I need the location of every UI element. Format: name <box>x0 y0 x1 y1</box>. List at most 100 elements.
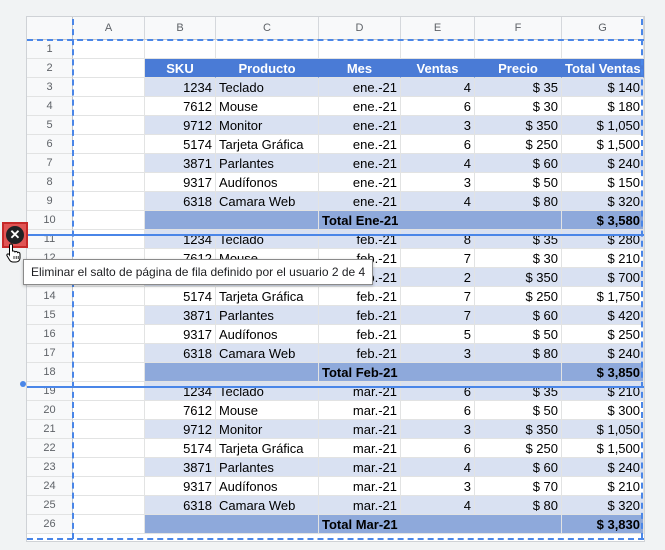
cell-sku[interactable]: 6318 <box>145 192 216 211</box>
cell[interactable] <box>145 363 319 382</box>
cell-mes[interactable]: feb.-21 <box>319 325 401 344</box>
cell-ventas[interactable]: 4 <box>401 78 475 97</box>
cell-sku[interactable]: 5174 <box>145 287 216 306</box>
header-cell-ventas[interactable]: Ventas <box>401 59 475 78</box>
page-break-bottom[interactable] <box>27 538 644 540</box>
row-header[interactable]: 7 <box>27 154 73 173</box>
page-break-vertical-right[interactable] <box>641 19 643 539</box>
cell-total[interactable]: $ 280 <box>562 230 644 249</box>
cell[interactable] <box>73 344 145 363</box>
cell-producto[interactable]: Parlantes <box>216 458 319 477</box>
cell[interactable] <box>73 363 145 382</box>
cell-producto[interactable]: Camara Web <box>216 344 319 363</box>
cell-producto[interactable]: Audífonos <box>216 173 319 192</box>
cell[interactable] <box>73 439 145 458</box>
cell-precio[interactable]: $ 30 <box>475 249 562 268</box>
cell[interactable] <box>73 40 145 59</box>
cell-total[interactable]: $ 250 <box>562 325 644 344</box>
cell-precio[interactable]: $ 30 <box>475 97 562 116</box>
cell-total[interactable]: $ 320 <box>562 192 644 211</box>
cell[interactable] <box>475 40 562 59</box>
row-header[interactable]: 14 <box>27 287 73 306</box>
cell-total[interactable]: $ 1,750 <box>562 287 644 306</box>
cell-precio[interactable]: $ 350 <box>475 420 562 439</box>
cell-mes[interactable]: feb.-21 <box>319 230 401 249</box>
row-header[interactable]: 8 <box>27 173 73 192</box>
cell-ventas[interactable]: 3 <box>401 116 475 135</box>
cell-producto[interactable]: Tarjeta Gráfica <box>216 135 319 154</box>
cell[interactable] <box>73 192 145 211</box>
cell-ventas[interactable]: 7 <box>401 249 475 268</box>
cell-ventas[interactable]: 7 <box>401 287 475 306</box>
row-header[interactable]: 26 <box>27 515 73 534</box>
cell-sku[interactable]: 1234 <box>145 382 216 401</box>
cell-sku[interactable]: 7612 <box>145 401 216 420</box>
column-header-f[interactable]: F <box>475 17 562 40</box>
cell-producto[interactable]: Teclado <box>216 230 319 249</box>
cell-precio[interactable]: $ 70 <box>475 477 562 496</box>
cell-precio[interactable]: $ 80 <box>475 192 562 211</box>
cell-mes[interactable]: mar.-21 <box>319 458 401 477</box>
cell-ventas[interactable]: 2 <box>401 268 475 287</box>
cell-ventas[interactable]: 5 <box>401 325 475 344</box>
cell[interactable] <box>145 211 319 230</box>
cell-mes[interactable]: mar.-21 <box>319 420 401 439</box>
cell[interactable] <box>73 420 145 439</box>
cell-precio[interactable]: $ 350 <box>475 268 562 287</box>
cell-precio[interactable]: $ 80 <box>475 344 562 363</box>
cell-sku[interactable]: 3871 <box>145 458 216 477</box>
row-header[interactable]: 22 <box>27 439 73 458</box>
cell-total[interactable]: $ 150 <box>562 173 644 192</box>
cell[interactable] <box>73 458 145 477</box>
row-header[interactable]: 15 <box>27 306 73 325</box>
header-cell-total[interactable]: Total Ventas <box>562 59 644 78</box>
row-header[interactable]: 4 <box>27 97 73 116</box>
cell-ventas[interactable]: 7 <box>401 306 475 325</box>
cell[interactable] <box>562 40 644 59</box>
cell-sku[interactable]: 5174 <box>145 135 216 154</box>
cell-sku[interactable]: 1234 <box>145 230 216 249</box>
cell-total[interactable]: $ 1,050 <box>562 116 644 135</box>
cell-precio[interactable]: $ 250 <box>475 287 562 306</box>
cell-mes[interactable]: feb.-21 <box>319 344 401 363</box>
cell[interactable] <box>73 135 145 154</box>
cell-precio[interactable]: $ 80 <box>475 496 562 515</box>
cell-precio[interactable]: $ 250 <box>475 135 562 154</box>
cell-sku[interactable]: 3871 <box>145 306 216 325</box>
cell-producto[interactable]: Tarjeta Gráfica <box>216 439 319 458</box>
page-break-handle[interactable] <box>20 381 26 387</box>
total-value[interactable]: $ 3,580 <box>562 211 644 230</box>
cell-precio[interactable]: $ 60 <box>475 306 562 325</box>
cell-mes[interactable]: mar.-21 <box>319 439 401 458</box>
cell[interactable] <box>73 154 145 173</box>
cell-mes[interactable]: mar.-21 <box>319 401 401 420</box>
total-label[interactable]: Total Ene-21 <box>319 211 562 230</box>
cell[interactable] <box>73 211 145 230</box>
header-cell-sku[interactable]: SKU <box>145 59 216 78</box>
cell-ventas[interactable]: 6 <box>401 439 475 458</box>
header-cell-precio[interactable]: Precio <box>475 59 562 78</box>
cell-producto[interactable]: Monitor <box>216 116 319 135</box>
header-cell-producto[interactable]: Producto <box>216 59 319 78</box>
cell[interactable] <box>73 59 145 78</box>
cell-precio[interactable]: $ 60 <box>475 458 562 477</box>
cell[interactable] <box>401 40 475 59</box>
cell-producto[interactable]: Audífonos <box>216 325 319 344</box>
cell-ventas[interactable]: 3 <box>401 173 475 192</box>
cell-producto[interactable]: Teclado <box>216 78 319 97</box>
cell[interactable] <box>73 477 145 496</box>
column-header-e[interactable]: E <box>401 17 475 40</box>
cell-producto[interactable]: Teclado <box>216 382 319 401</box>
cell[interactable] <box>216 40 319 59</box>
cell-total[interactable]: $ 210 <box>562 249 644 268</box>
cell[interactable] <box>145 40 216 59</box>
row-header[interactable]: 16 <box>27 325 73 344</box>
cell-producto[interactable]: Audífonos <box>216 477 319 496</box>
cell-total[interactable]: $ 420 <box>562 306 644 325</box>
cell-total[interactable]: $ 240 <box>562 344 644 363</box>
column-header-a[interactable]: A <box>73 17 145 40</box>
cell-total[interactable]: $ 240 <box>562 154 644 173</box>
cell-precio[interactable]: $ 350 <box>475 116 562 135</box>
row-header[interactable]: 19 <box>27 382 73 401</box>
cell-total[interactable]: $ 300 <box>562 401 644 420</box>
